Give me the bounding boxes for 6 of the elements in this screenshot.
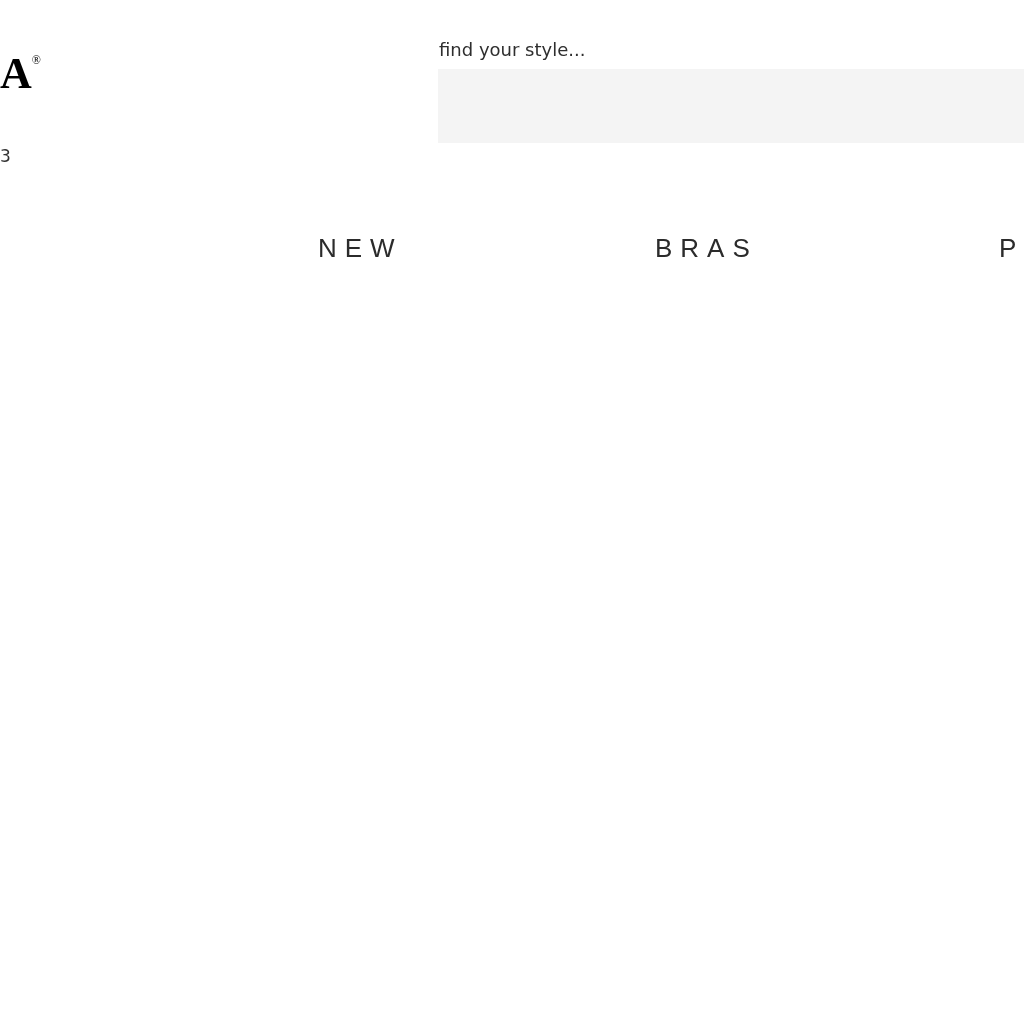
nav-link[interactable]: BRAS: [655, 233, 758, 263]
nav-link[interactable]: NEW: [318, 233, 403, 263]
search-label: find your style...: [438, 38, 586, 62]
brand-logo[interactable]: A$^{®}$: [0, 52, 41, 96]
nav-link[interactable]: P: [999, 233, 1024, 263]
header-note: 3: [0, 146, 11, 166]
